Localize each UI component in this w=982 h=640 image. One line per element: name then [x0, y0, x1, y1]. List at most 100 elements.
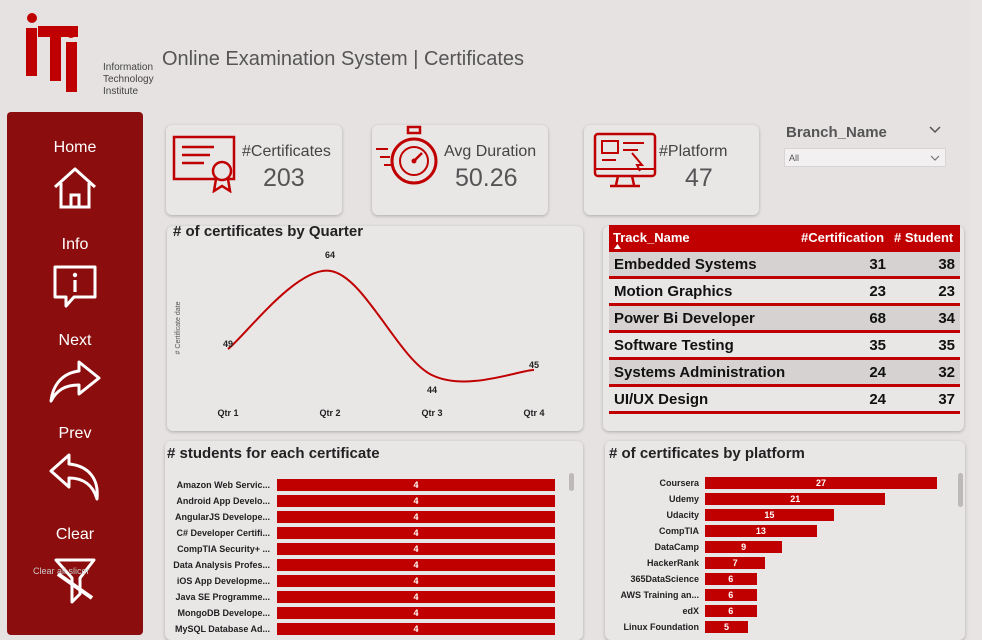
nav-info-button[interactable]: Info	[7, 236, 143, 310]
quarter-line-chart-card: # of certificates by Quarter 49 Qtr 1 64 Qt…	[167, 223, 583, 431]
kpi-certificates-value: 203	[263, 164, 305, 192]
iti-logo-mark	[26, 13, 78, 92]
bar-category-label: 365DataScience	[630, 574, 699, 584]
bar-value-label: 4	[413, 512, 419, 522]
stopwatch-icon	[376, 125, 438, 185]
series-line	[227, 269, 535, 383]
bar-value-label: 4	[413, 496, 419, 506]
nav-next-button[interactable]: Next	[7, 332, 143, 404]
x-tick-label: Qtr 1	[217, 408, 238, 418]
logo-line: Technology	[103, 74, 154, 85]
chart-title: # of certificates by platform	[609, 445, 805, 462]
col-track-name[interactable]: Track_Name	[613, 230, 690, 245]
cell-certification: 68	[869, 310, 886, 327]
bar-value-label: 4	[413, 624, 419, 634]
scrollbar[interactable]	[569, 473, 574, 491]
cell-student: 23	[938, 283, 955, 300]
bar-category-label: MySQL Database Ad...	[174, 624, 270, 634]
bar-value-label: 21	[790, 494, 801, 504]
data-label: 49	[223, 339, 233, 349]
bar-value-label: 4	[413, 544, 419, 554]
table-row[interactable]: Systems Administration 24 32	[609, 360, 960, 387]
table-row[interactable]: Power Bi Developer 68 34	[609, 306, 960, 333]
table-row[interactable]: Embedded Systems 31 38	[609, 252, 960, 279]
cell-student: 32	[938, 364, 955, 381]
sidebar-nav: Home Info Next Prev Clear Clear all slic…	[7, 112, 143, 635]
col-student[interactable]: # Student	[894, 230, 953, 245]
data-label: 64	[325, 250, 335, 260]
cell-student: 35	[938, 337, 955, 354]
bar-category-label: HackerRank	[646, 558, 699, 568]
cell-track-name: Power Bi Developer	[614, 310, 755, 327]
table-row[interactable]: Motion Graphics 23 23	[609, 279, 960, 306]
nav-prev-button[interactable]: Prev	[7, 425, 143, 503]
cell-certification: 23	[869, 283, 886, 300]
report-canvas: Information Technology Institute Online …	[0, 0, 970, 640]
cell-certification: 31	[869, 256, 886, 273]
x-tick-label: Qtr 4	[523, 408, 544, 418]
bar-category-label: DataCamp	[654, 542, 699, 552]
nav-home-label: Home	[53, 139, 97, 156]
reply-back-icon	[49, 453, 99, 501]
bar-category-label: Java SE Programme...	[175, 592, 270, 602]
bar-value-label: 9	[741, 542, 747, 552]
share-forward-icon	[49, 360, 101, 403]
bar-category-label: AngularJS Develope...	[174, 512, 270, 522]
branch-slicer-dropdown[interactable]: All	[784, 148, 946, 167]
bar-value-label: 4	[413, 608, 419, 618]
chart-title: # students for each certificate	[167, 445, 380, 462]
nav-home-button[interactable]: Home	[7, 139, 143, 211]
table-row[interactable]: UI/UX Design 24 37	[609, 387, 960, 414]
kpi-duration-label: Avg Duration	[444, 143, 537, 160]
sort-ascending-icon	[614, 244, 621, 249]
monitor-platform-icon	[593, 132, 657, 188]
kpi-duration-card: Avg Duration 50.26	[372, 125, 548, 215]
logo-caption: Information Technology Institute	[103, 62, 154, 98]
scrollbar[interactable]	[958, 473, 963, 507]
bar-category-label: iOS App Developme...	[176, 576, 270, 586]
clear-tooltip: Clear all slicer	[33, 566, 90, 576]
nav-info-label: Info	[61, 236, 89, 253]
bar-value-label: 6	[728, 574, 734, 584]
bar-category-label: Amazon Web Servic...	[176, 480, 270, 490]
bar-category-label: Udemy	[668, 494, 699, 504]
bar-value-label: 6	[728, 606, 734, 616]
bar-value-label: 4	[413, 592, 419, 602]
iti-logo: Information Technology Institute	[20, 12, 154, 97]
cell-track-name: UI/UX Design	[614, 391, 709, 408]
info-icon	[53, 265, 97, 308]
table-header: Track_Name #Certification # Student	[609, 225, 960, 252]
kpi-certificates-card: #Certificates 203	[166, 125, 342, 215]
track-table: Track_Name #Certification # Student Embe…	[609, 225, 960, 414]
certificate-icon	[172, 135, 236, 193]
kpi-platform-label: #Platform	[659, 143, 728, 160]
branch-slicer-label: Branch_Name	[786, 124, 887, 141]
cell-student: 34	[938, 310, 955, 327]
bar-value-label: 27	[815, 478, 826, 488]
kpi-platform-value: 47	[685, 164, 713, 192]
col-certification[interactable]: #Certification	[801, 230, 884, 245]
page-title: Online Examination System | Certificates	[162, 48, 525, 70]
bar-value-label: 4	[413, 560, 419, 570]
bar-category-label: AWS Training an...	[620, 590, 699, 600]
logo-line: Institute	[103, 86, 139, 97]
bar-value-label: 6	[728, 590, 734, 600]
home-icon	[53, 167, 97, 209]
bar-category-label: MongoDB Develope...	[177, 608, 270, 618]
cell-certification: 35	[869, 337, 886, 354]
chevron-down-icon[interactable]	[928, 124, 942, 136]
cell-certification: 24	[869, 364, 886, 381]
quarter-line-chart: 49 Qtr 1 64 Qtr 2 44 Qtr 3 45 Qtr 4 # Certificat…	[175, 250, 545, 418]
bar-category-label: Udacity	[666, 510, 699, 520]
chevron-down-icon	[930, 155, 940, 161]
cell-student: 37	[938, 391, 955, 408]
bar-category-label: C# Developer Certifi...	[176, 528, 270, 538]
bar-value-label: 5	[723, 622, 729, 632]
table-row[interactable]: Software Testing 35 35	[609, 333, 960, 360]
cell-track-name: Embedded Systems	[614, 256, 757, 273]
kpi-duration-value: 50.26	[455, 164, 518, 192]
nav-prev-label: Prev	[58, 425, 92, 442]
filter-clear-icon	[54, 558, 96, 604]
cell-track-name: Motion Graphics	[614, 283, 733, 300]
kpi-platform-card: #Platform 47	[584, 125, 759, 215]
